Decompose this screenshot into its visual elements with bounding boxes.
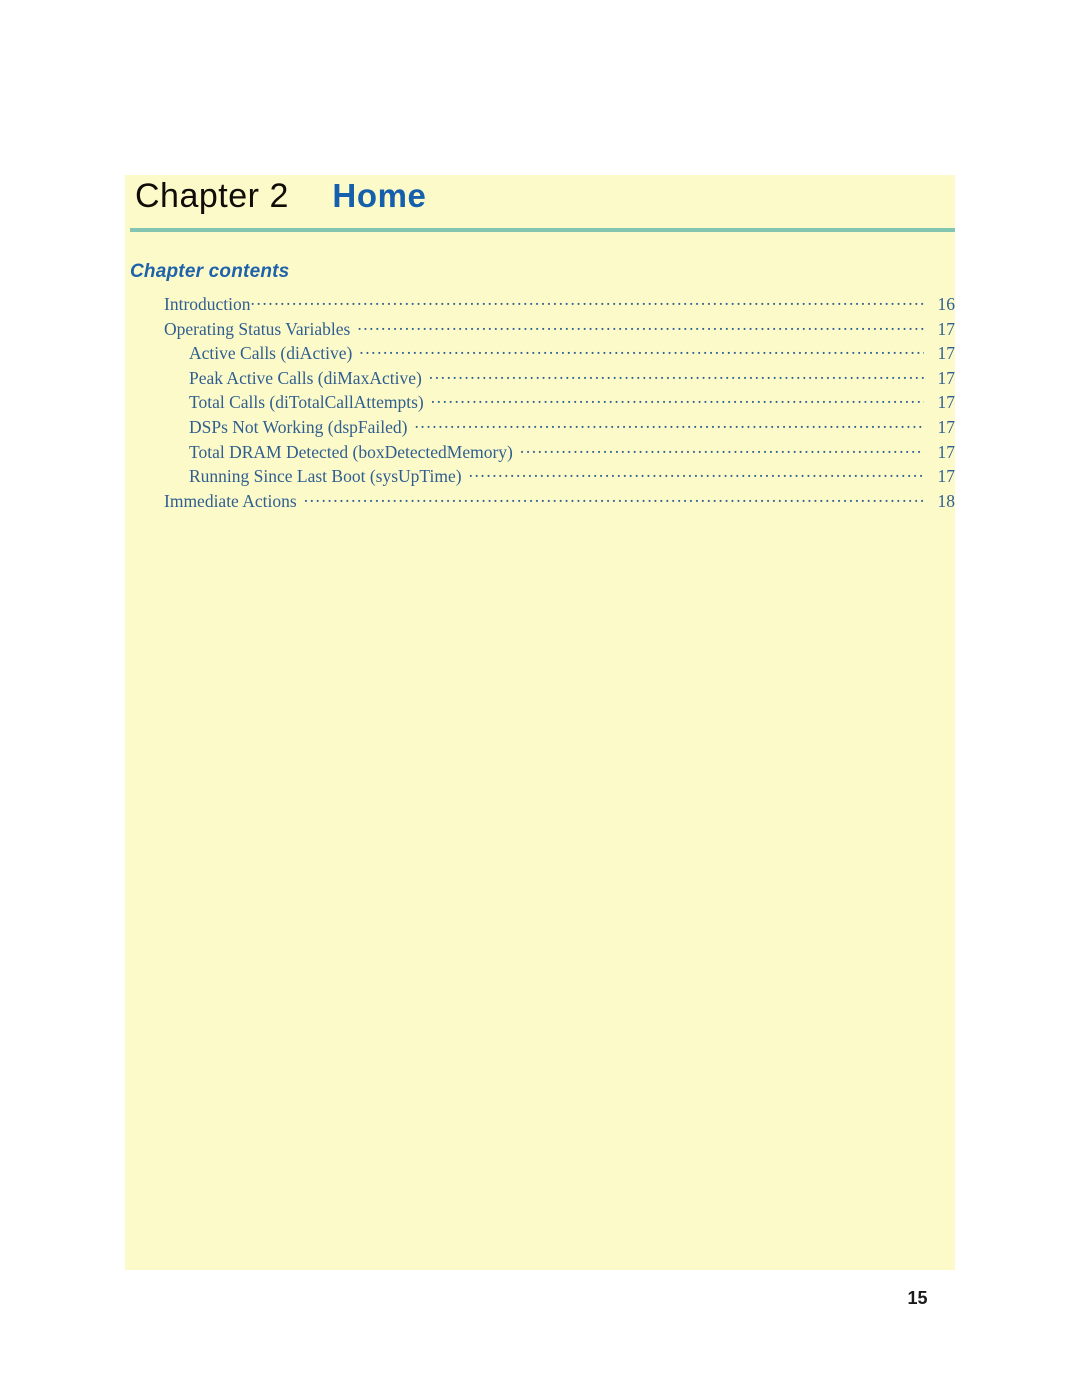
toc-entry-label: Active Calls (diActive) [189, 343, 353, 364]
toc-entry-page: 16 [937, 294, 956, 314]
toc-entry[interactable]: Immediate Actions 18 [125, 490, 955, 515]
heading-divider [130, 228, 955, 232]
toc-entry-label: Total DRAM Detected (boxDetectedMemory) [189, 441, 513, 462]
toc-entry-label: Total Calls (diTotalCallAttempts) [189, 392, 424, 413]
toc-entry-page: 17 [937, 343, 956, 364]
toc-entry-label: Introduction [164, 294, 251, 314]
page-number: 15 [907, 1288, 928, 1308]
chapter-label: Chapter [135, 177, 260, 215]
toc-dot-leader [431, 391, 924, 408]
toc-entry-label: Operating Status Variables [164, 318, 351, 339]
toc-entry[interactable]: Introduction 16 [125, 293, 955, 318]
page-title: Home [332, 177, 427, 214]
toc-entry[interactable]: Peak Active Calls (diMaxActive) 17 [125, 367, 955, 392]
toc-dot-leader [357, 318, 924, 335]
toc-entry-label: Peak Active Calls (diMaxActive) [189, 367, 422, 388]
toc-entry-page: 17 [937, 441, 956, 462]
toc-entry-label: Running Since Last Boot (sysUpTime) [189, 466, 462, 487]
toc-dot-leader [359, 342, 924, 359]
toc-entry[interactable]: Active Calls (diActive) 17 [125, 342, 955, 367]
toc-dot-leader [429, 367, 924, 384]
chapter-number: 2 [269, 177, 289, 215]
toc-entry[interactable]: Total Calls (diTotalCallAttempts) 17 [125, 391, 955, 416]
toc-dot-leader [415, 416, 925, 433]
toc-entry-page: 17 [937, 416, 956, 437]
table-of-contents: Introduction 16 Operating Status Variables… [125, 293, 955, 514]
toc-entry[interactable]: Running Since Last Boot (sysUpTime) 17 [125, 465, 955, 490]
toc-entry-page: 17 [937, 392, 956, 413]
page-content-area: Chapter 2 Home Chapter contents Introducti… [125, 175, 955, 1270]
toc-entry[interactable]: Operating Status Variables 17 [125, 318, 955, 343]
toc-entry-label: Immediate Actions [164, 490, 297, 511]
chapter-heading: Chapter 2 Home [135, 177, 945, 229]
toc-entry-page: 17 [937, 367, 956, 388]
toc-entry-page: 17 [937, 318, 956, 339]
toc-dot-leader [520, 441, 924, 458]
toc-entry-label: DSPs Not Working (dspFailed) [189, 416, 408, 437]
toc-entry-page: 18 [937, 490, 956, 511]
toc-dot-leader [304, 490, 924, 507]
toc-entry-page: 17 [937, 466, 956, 487]
toc-entry[interactable]: Total DRAM Detected (boxDetectedMemory) 1… [125, 441, 955, 466]
toc-dot-leader [251, 293, 924, 310]
document-page: { "page": { "background_color": "#fdfac9… [0, 0, 1080, 1397]
toc-entry[interactable]: DSPs Not Working (dspFailed) 17 [125, 416, 955, 441]
chapter-contents-heading: Chapter contents [130, 261, 290, 282]
toc-dot-leader [469, 465, 924, 482]
